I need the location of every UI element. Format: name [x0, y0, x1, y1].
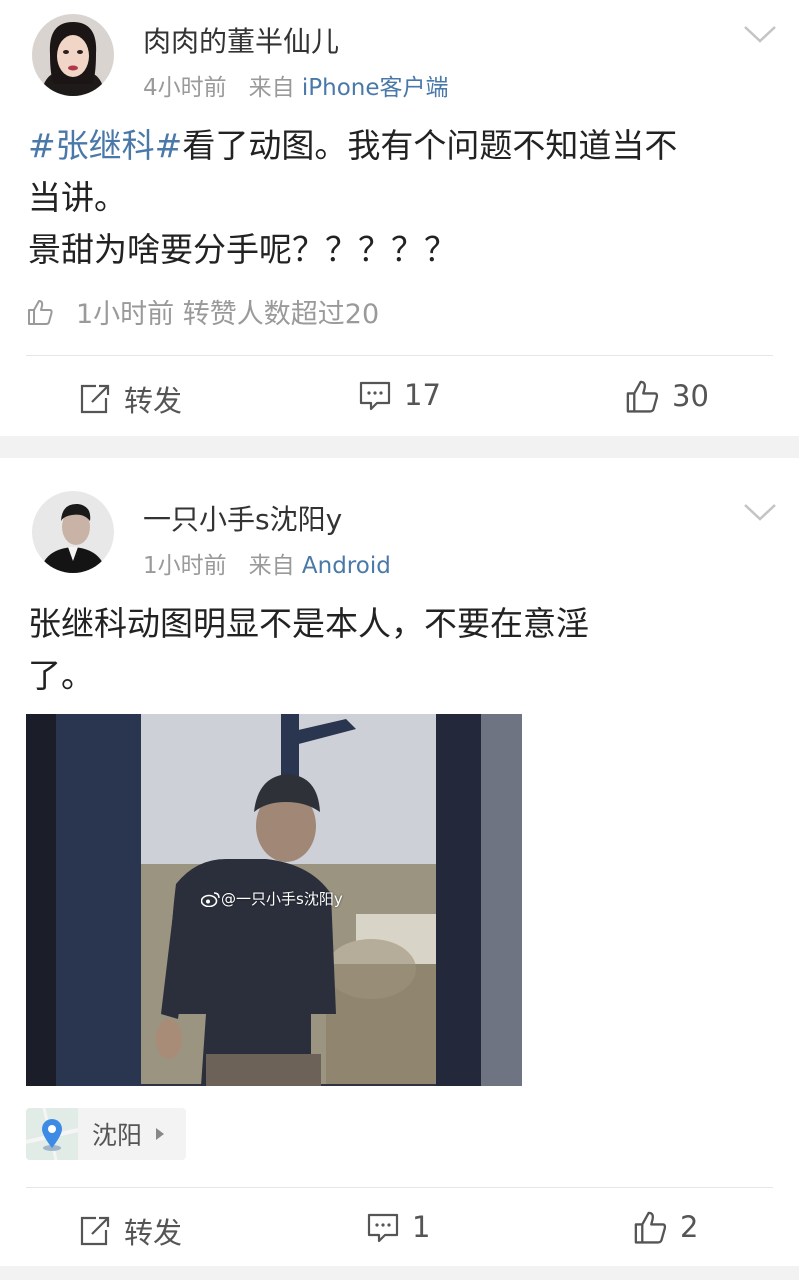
hashtag-link[interactable]: #张继科# — [28, 126, 182, 165]
divider — [26, 1187, 773, 1188]
repost-button[interactable]: 转发 — [78, 378, 182, 420]
thumbs-up-icon — [28, 299, 53, 325]
caret-right-icon — [156, 1128, 165, 1140]
post-time: 4小时前 — [143, 75, 227, 101]
source-prefix: 来自 — [248, 75, 295, 101]
post-text-line: 张继科动图明显不是本人，不要在意淫 — [28, 604, 589, 643]
watermark-text: @一只小手s沈阳y — [221, 890, 343, 908]
comment-count: 17 — [404, 378, 441, 412]
username[interactable]: 一只小手s沈阳y — [143, 498, 342, 538]
repost-label: 转发 — [124, 1216, 183, 1250]
chevron-down-icon[interactable] — [743, 502, 777, 522]
location-pin-icon — [26, 1108, 78, 1160]
image-watermark: @一只小手s沈阳y — [201, 888, 343, 909]
location-tag[interactable]: 沈阳 — [26, 1108, 186, 1160]
map-thumbnail — [26, 1108, 78, 1160]
like-count: 2 — [680, 1210, 699, 1244]
like-info-text: 1小时前 转赞人数超过20 — [76, 299, 380, 330]
post-card: 肉肉的董半仙儿 4小时前 来自 iPhone客户端 #张继科#看了动图。我有个问… — [0, 0, 799, 436]
source-client[interactable]: iPhone客户端 — [302, 75, 449, 101]
comment-count: 1 — [412, 1210, 431, 1244]
post-text-line: 景甜为啥要分手呢？？？？？ — [28, 230, 457, 269]
post-text: 张继科动图明显不是本人，不要在意淫 了。 — [28, 598, 778, 702]
like-info: 1小时前 转赞人数超过20 — [26, 292, 379, 331]
repost-icon — [80, 1216, 110, 1246]
like-button[interactable]: 2 — [632, 1209, 698, 1245]
comment-icon — [367, 1213, 399, 1243]
post-meta: 1小时前 来自 Android — [143, 546, 391, 580]
post-text-line: 当讲。 — [28, 178, 127, 217]
thumbs-up-icon — [626, 380, 659, 413]
feed: 肉肉的董半仙儿 4小时前 来自 iPhone客户端 #张继科#看了动图。我有个问… — [0, 0, 799, 1280]
weibo-logo-icon — [201, 891, 220, 907]
chevron-down-icon[interactable] — [743, 24, 777, 44]
like-count: 30 — [672, 379, 709, 413]
thumbs-up-icon — [634, 1211, 667, 1244]
like-button[interactable]: 30 — [624, 378, 709, 414]
comment-icon — [359, 381, 391, 411]
post-text-line: 看了动图。我有个问题不知道当不 — [182, 126, 678, 165]
repost-icon — [80, 384, 110, 414]
username[interactable]: 肉肉的董半仙儿 — [143, 20, 339, 60]
repost-label: 转发 — [124, 384, 183, 418]
divider — [26, 355, 773, 356]
post-time: 1小时前 — [143, 553, 227, 579]
post-text-line: 了。 — [28, 656, 94, 695]
source-client[interactable]: Android — [302, 553, 391, 579]
post-meta: 4小时前 来自 iPhone客户端 — [143, 68, 449, 102]
post-image[interactable]: @一只小手s沈阳y — [26, 714, 522, 1086]
comment-button[interactable]: 1 — [366, 1210, 430, 1244]
comment-button[interactable]: 17 — [358, 378, 441, 412]
avatar[interactable] — [32, 491, 114, 573]
source-prefix: 来自 — [248, 553, 295, 579]
post-text: #张继科#看了动图。我有个问题不知道当不 当讲。 景甜为啥要分手呢？？？？？ — [28, 120, 778, 276]
avatar[interactable] — [32, 14, 114, 96]
repost-button[interactable]: 转发 — [78, 1210, 182, 1252]
location-label: 沈阳 — [92, 1121, 143, 1150]
